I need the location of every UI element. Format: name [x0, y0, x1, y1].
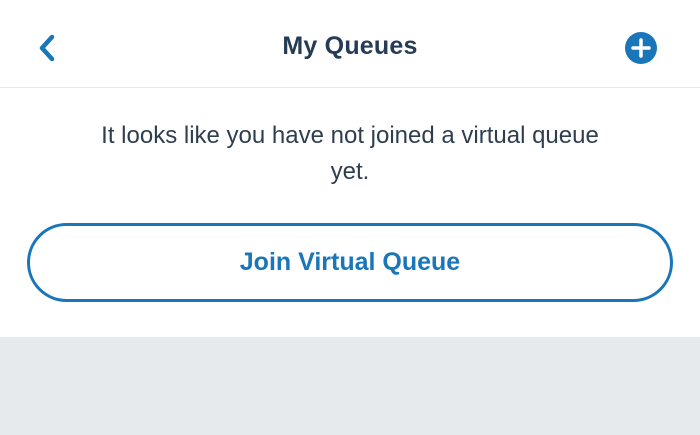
join-virtual-queue-button[interactable]: Join Virtual Queue — [27, 223, 673, 302]
top-bar: My Queues — [0, 0, 700, 88]
queue-list-panel: It looks like you have not joined a virt… — [0, 88, 700, 337]
empty-state-message: It looks like you have not joined a virt… — [101, 122, 599, 185]
page-title: My Queues — [282, 32, 418, 60]
empty-background-area — [0, 337, 700, 435]
add-queue-button[interactable] — [624, 31, 658, 65]
plus-circle-icon — [625, 32, 657, 64]
